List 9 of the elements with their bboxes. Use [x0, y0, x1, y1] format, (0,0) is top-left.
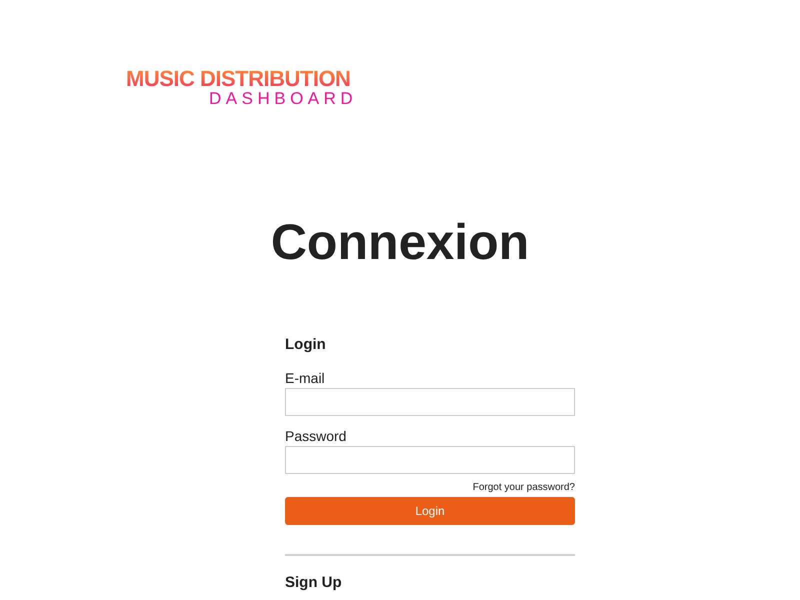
input-field[interactable] [285, 388, 575, 416]
input-field[interactable] [285, 446, 575, 474]
forgot-password-link[interactable]: Forgot your password? [472, 482, 575, 494]
page-title: Connexion [270, 213, 530, 272]
field-label: E-mail [285, 370, 326, 386]
section-heading: Login [285, 336, 327, 354]
logo-subtitle: DASHBOARD [209, 90, 358, 108]
section-heading: Sign Up [285, 574, 343, 592]
field-label: Password [285, 428, 348, 444]
